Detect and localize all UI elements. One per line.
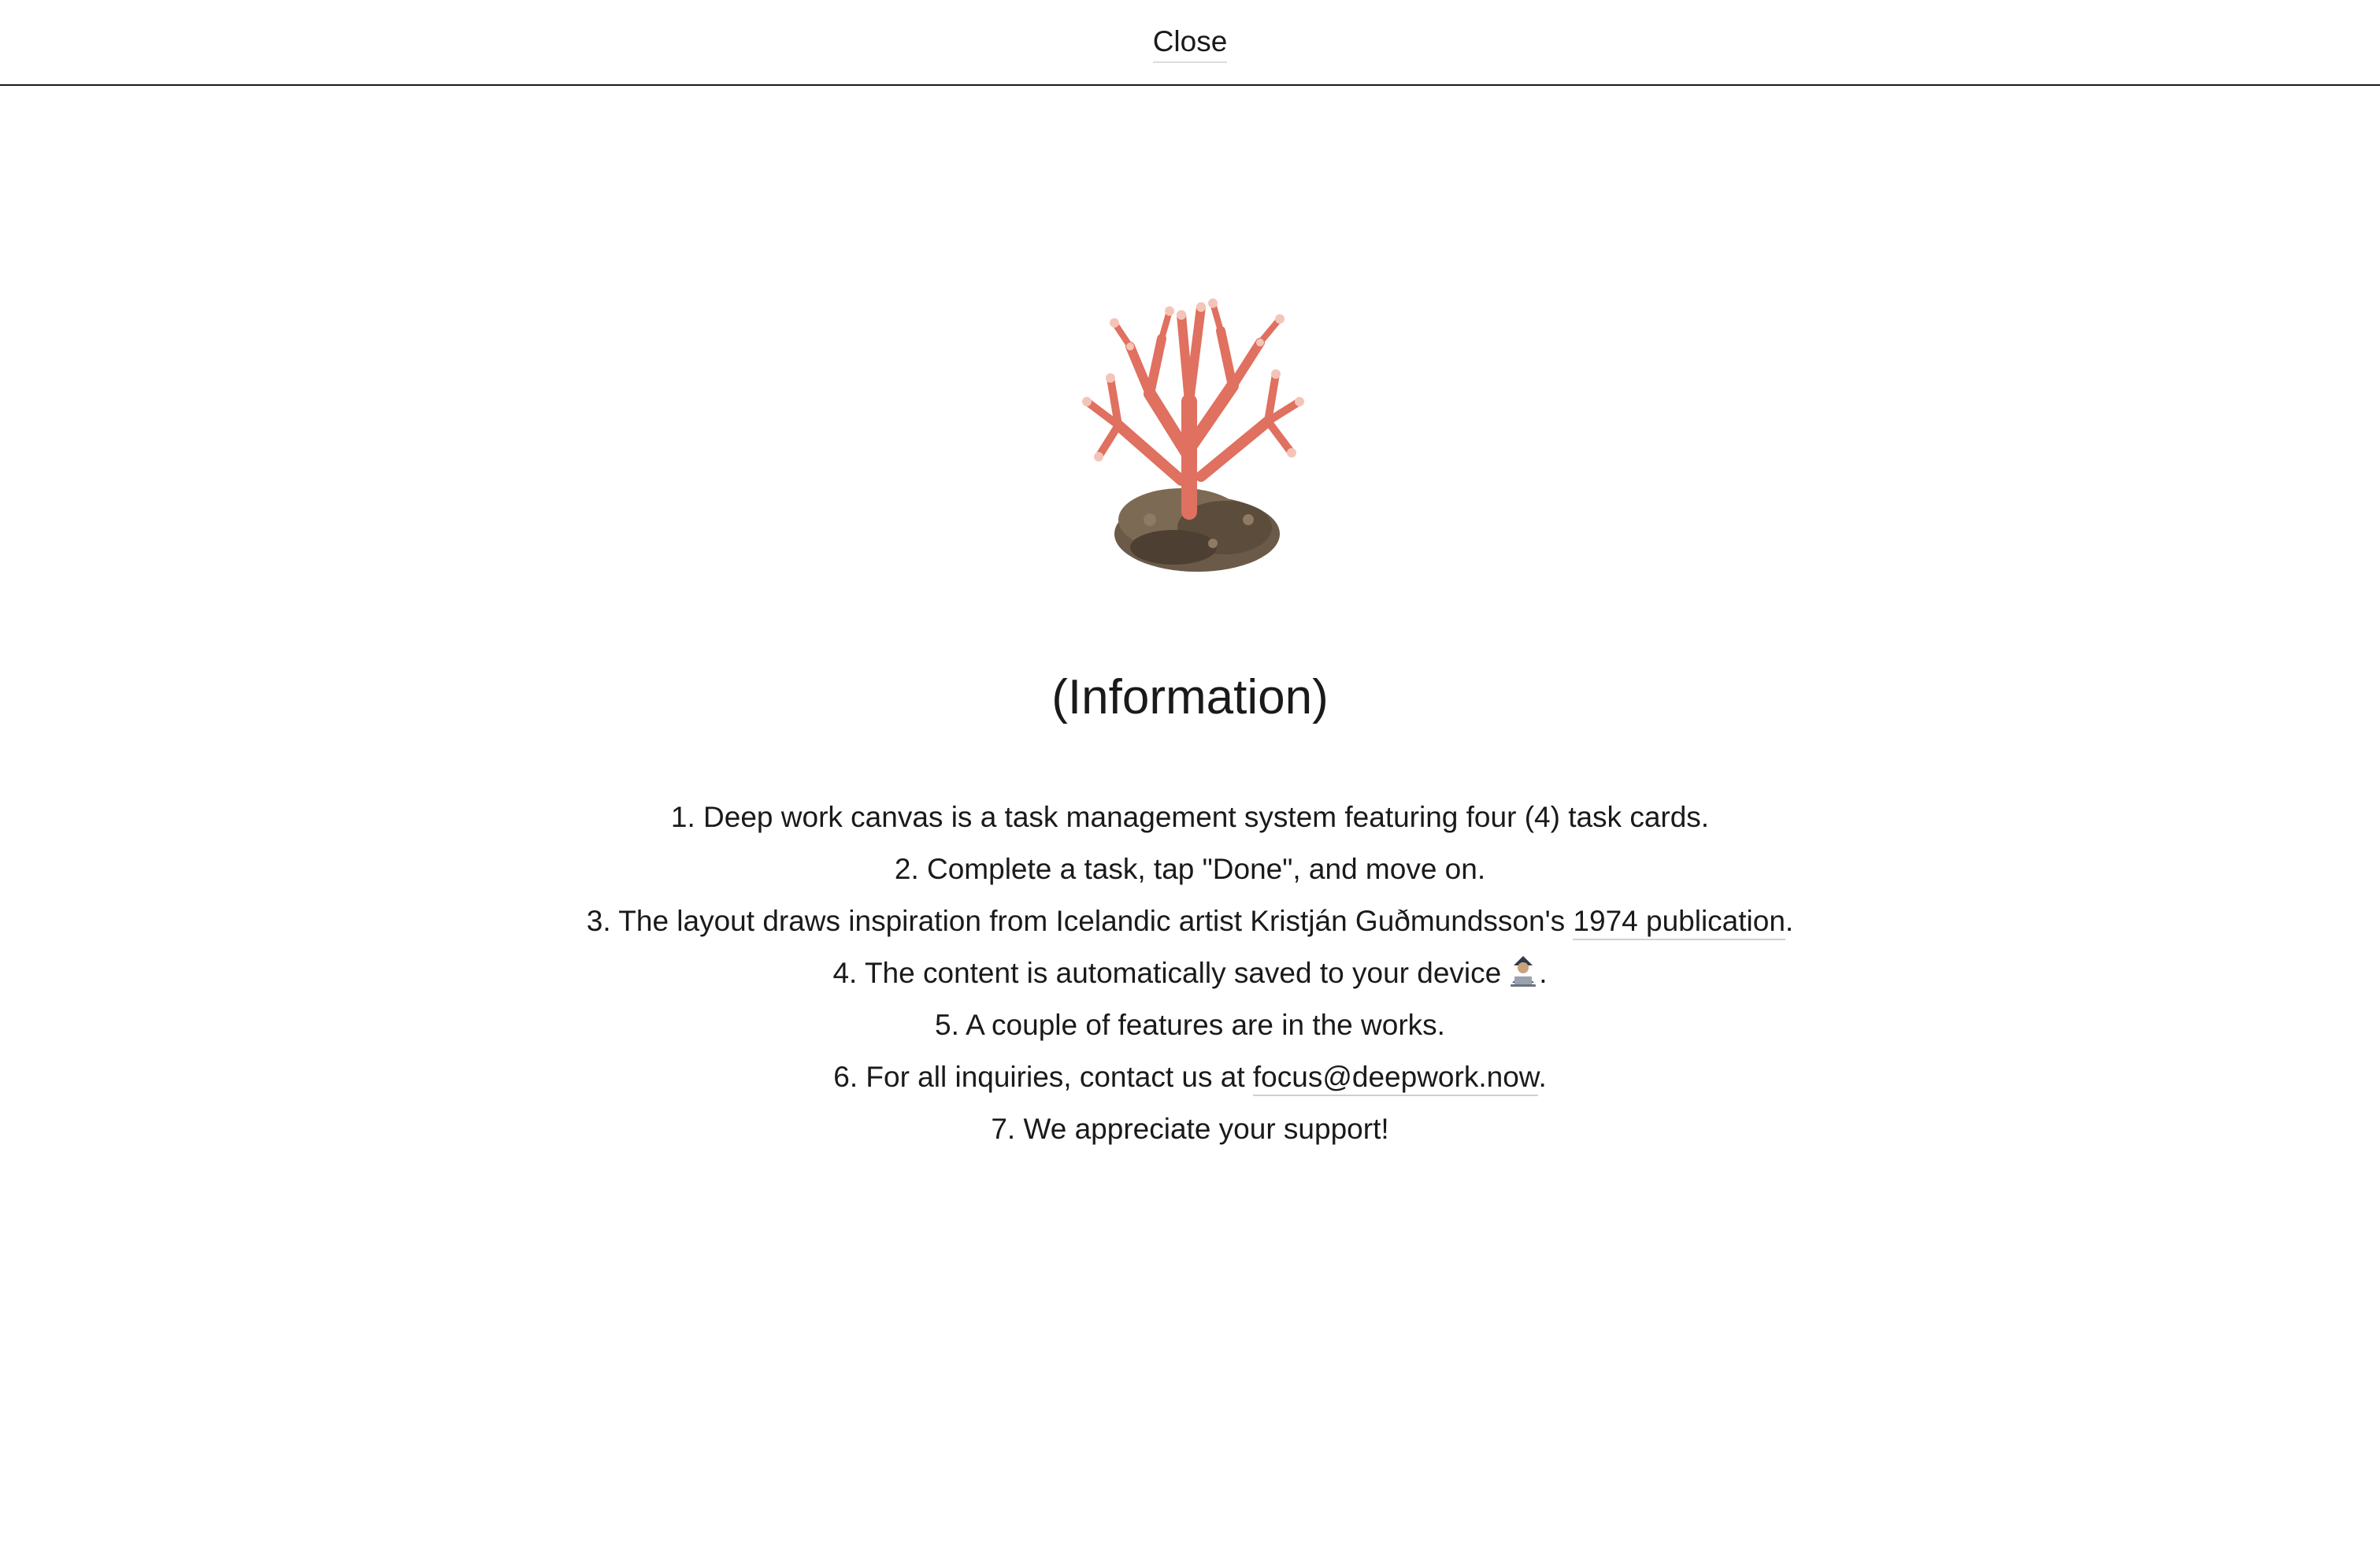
- item-text: 5. A couple of features are in the works…: [935, 1009, 1445, 1041]
- list-item: 4. The content is automatically saved to…: [0, 947, 2380, 999]
- list-item: 6. For all inquiries, contact us at focu…: [0, 1051, 2380, 1103]
- email-link[interactable]: focus@deepwork.now: [1252, 1061, 1539, 1096]
- page-title: (Information): [1051, 670, 1329, 724]
- list-item: 7. We appreciate your support!: [0, 1103, 2380, 1155]
- top-bar: Close: [0, 0, 2380, 86]
- item-text: 2. Complete a task, tap "Done", and move…: [894, 853, 1486, 885]
- list-item: 1. Deep work canvas is a task management…: [0, 791, 2380, 843]
- list-item: 2. Complete a task, tap "Done", and move…: [0, 843, 2380, 895]
- publication-link[interactable]: 1974 publication: [1573, 905, 1785, 940]
- item-suffix: .: [1539, 957, 1548, 989]
- coral-icon: [1082, 298, 1304, 572]
- close-button[interactable]: Close: [1152, 25, 1228, 63]
- list-item: 5. A couple of features are in the works…: [0, 999, 2380, 1051]
- info-list: 1. Deep work canvas is a task management…: [0, 791, 2380, 1155]
- person-with-laptop-icon: [1511, 956, 1537, 987]
- item-text: 7. We appreciate your support!: [991, 1113, 1389, 1145]
- item-text: 1. Deep work canvas is a task management…: [670, 801, 1710, 833]
- list-item: 3. The layout draws inspiration from Ice…: [0, 895, 2380, 947]
- item-suffix: .: [1785, 905, 1794, 937]
- item-suffix: .: [1538, 1061, 1547, 1093]
- item-text: 6. For all inquiries, contact us at: [833, 1061, 1253, 1093]
- item-text: 3. The layout draws inspiration from Ice…: [586, 905, 1574, 937]
- item-text: 4. The content is automatically saved to…: [832, 957, 1502, 989]
